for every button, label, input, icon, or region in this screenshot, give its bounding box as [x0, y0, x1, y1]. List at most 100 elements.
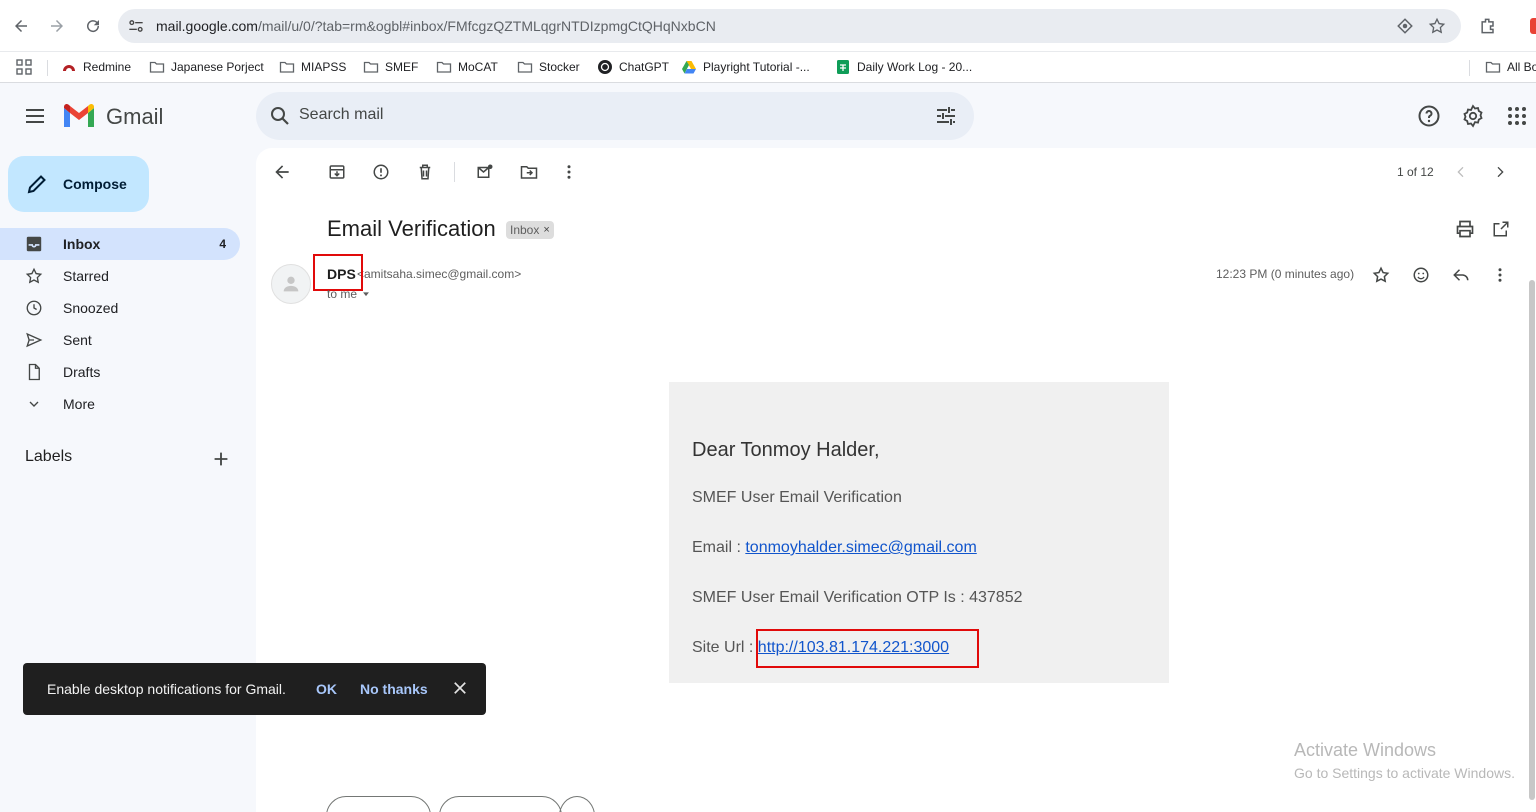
- folder-icon: [149, 59, 165, 75]
- hamburger-icon: [26, 109, 44, 123]
- message-more-button[interactable]: [1489, 264, 1511, 286]
- google-apps-icon[interactable]: [1505, 104, 1529, 128]
- lens-icon[interactable]: [1396, 17, 1414, 35]
- search-options-icon[interactable]: [934, 104, 958, 128]
- sender-avatar[interactable]: [271, 264, 311, 304]
- sidebar-item-label: Inbox: [63, 236, 101, 252]
- print-all-button[interactable]: [1454, 218, 1476, 240]
- person-icon: [283, 276, 299, 292]
- back-to-inbox-button[interactable]: [270, 160, 294, 184]
- message-scrollbar[interactable]: [1529, 280, 1535, 800]
- recipient-details[interactable]: to me: [327, 287, 371, 301]
- sidebar-item-label: Sent: [63, 332, 92, 348]
- reply-bottom-button[interactable]: [326, 796, 431, 812]
- react-bottom-button[interactable]: [559, 796, 595, 812]
- bookmark-chatgpt[interactable]: ChatGPT: [597, 56, 669, 78]
- search-bar[interactable]: Search mail: [256, 92, 974, 140]
- folder-icon: [517, 59, 533, 75]
- gmail-wordmark[interactable]: Gmail: [106, 104, 163, 130]
- remove-label-icon[interactable]: ×: [543, 224, 549, 236]
- move-to-button[interactable]: [517, 160, 541, 184]
- snackbar-ok-button[interactable]: OK: [316, 681, 337, 697]
- pagination-text: 1 of 12: [1397, 165, 1434, 179]
- url-text[interactable]: mail.google.com/mail/u/0/?tab=rm&ogbl#in…: [156, 18, 716, 34]
- archive-button[interactable]: [325, 160, 349, 184]
- bookmark-japanese-porject[interactable]: Japanese Porject: [149, 56, 264, 78]
- sidebar-item-snoozed[interactable]: Snoozed: [0, 292, 240, 324]
- close-icon[interactable]: [451, 679, 469, 697]
- folder-icon: [1485, 59, 1501, 75]
- report-icon: [373, 164, 389, 180]
- labels-heading: Labels: [25, 448, 73, 465]
- profile-avatar-edge[interactable]: [1530, 18, 1536, 34]
- add-reaction-button[interactable]: [1410, 264, 1432, 286]
- bookmark-all-bookmarks[interactable]: All Bo: [1485, 56, 1536, 78]
- redmine-icon: [61, 59, 77, 75]
- open-new-window-button[interactable]: [1490, 218, 1512, 240]
- more-actions-button[interactable]: [557, 160, 581, 184]
- apps-grid-button[interactable]: [16, 56, 32, 78]
- forward-bottom-button[interactable]: [439, 796, 562, 812]
- bookmarks-divider: [47, 60, 48, 76]
- gmail-logo[interactable]: [62, 102, 96, 130]
- open-in-new-icon: [1493, 221, 1509, 237]
- compose-button[interactable]: Compose: [8, 156, 149, 212]
- sidebar-item-more[interactable]: More: [0, 388, 240, 420]
- newer-button[interactable]: [1449, 160, 1473, 184]
- reload-button[interactable]: [81, 14, 105, 38]
- inbox-label-chip[interactable]: Inbox ×: [506, 221, 554, 239]
- search-input[interactable]: Search mail: [299, 106, 383, 124]
- gmail-m-icon: [64, 103, 94, 127]
- snackbar-no-thanks-button[interactable]: No thanks: [360, 681, 428, 697]
- forward-button[interactable]: [45, 14, 69, 38]
- report-spam-button[interactable]: [369, 160, 393, 184]
- back-button[interactable]: [9, 14, 33, 38]
- star-icon: [24, 266, 44, 286]
- older-button[interactable]: [1488, 160, 1512, 184]
- reply-button[interactable]: [1450, 264, 1472, 286]
- chevron-left-icon: [1457, 166, 1464, 178]
- mark-unread-icon: [477, 164, 493, 178]
- main-menu-button[interactable]: [23, 104, 47, 128]
- trash-icon: [419, 164, 431, 180]
- arrow-left-icon: [275, 165, 289, 179]
- bookmark-stocker[interactable]: Stocker: [517, 56, 580, 78]
- more-vert-icon: [567, 165, 571, 179]
- sidebar-item-drafts[interactable]: Drafts: [0, 356, 240, 388]
- bookmark-smef[interactable]: SMEF: [363, 56, 418, 78]
- bookmark-daily-work-log[interactable]: Daily Work Log - 20...: [835, 56, 972, 78]
- bookmark-redmine[interactable]: Redmine: [61, 56, 131, 78]
- chevron-down-icon: [24, 394, 44, 414]
- sidebar-item-label: Starred: [63, 268, 109, 284]
- site-info-icon[interactable]: [126, 16, 146, 36]
- sidebar-item-sent[interactable]: Sent: [0, 324, 240, 356]
- settings-gear-icon[interactable]: [1461, 104, 1485, 128]
- bookmark-playright-tutorial[interactable]: Playright Tutorial -...: [681, 56, 810, 78]
- create-label-button[interactable]: [210, 448, 232, 470]
- email-address-link[interactable]: tonmoyhalder.simec@gmail.com: [745, 539, 976, 556]
- sidebar-item-starred[interactable]: Starred: [0, 260, 240, 292]
- drive-icon: [681, 59, 697, 75]
- bookmark-miapss[interactable]: MIAPSS: [279, 56, 346, 78]
- bookmarks-bar: Redmine Japanese Porject MIAPSS SMEF MoC…: [0, 52, 1536, 83]
- mark-unread-button[interactable]: [473, 160, 497, 184]
- search-icon[interactable]: [268, 104, 292, 128]
- sidebar-item-label: Snoozed: [63, 300, 119, 316]
- move-to-folder-icon: [520, 166, 538, 179]
- sender-highlight-box: [313, 254, 363, 291]
- notification-snackbar: Enable desktop notifications for Gmail. …: [23, 663, 486, 715]
- sidebar-item-inbox[interactable]: Inbox 4: [0, 228, 240, 260]
- bookmark-star-icon[interactable]: [1428, 17, 1446, 35]
- sidebar-item-label: More: [63, 396, 95, 412]
- address-bar[interactable]: mail.google.com/mail/u/0/?tab=rm&ogbl#in…: [118, 9, 1461, 43]
- draft-icon: [24, 362, 44, 382]
- snackbar-text: Enable desktop notifications for Gmail.: [47, 681, 286, 697]
- bookmark-mocat[interactable]: MoCAT: [436, 56, 498, 78]
- support-icon[interactable]: [1417, 104, 1441, 128]
- delete-button[interactable]: [413, 160, 437, 184]
- arrow-right-icon: [51, 20, 63, 32]
- sidebar-item-label: Drafts: [63, 364, 101, 380]
- otp-line: SMEF User Email Verification OTP Is : 43…: [692, 589, 1023, 606]
- star-message-button[interactable]: [1370, 264, 1392, 286]
- extensions-icon[interactable]: [1478, 16, 1498, 36]
